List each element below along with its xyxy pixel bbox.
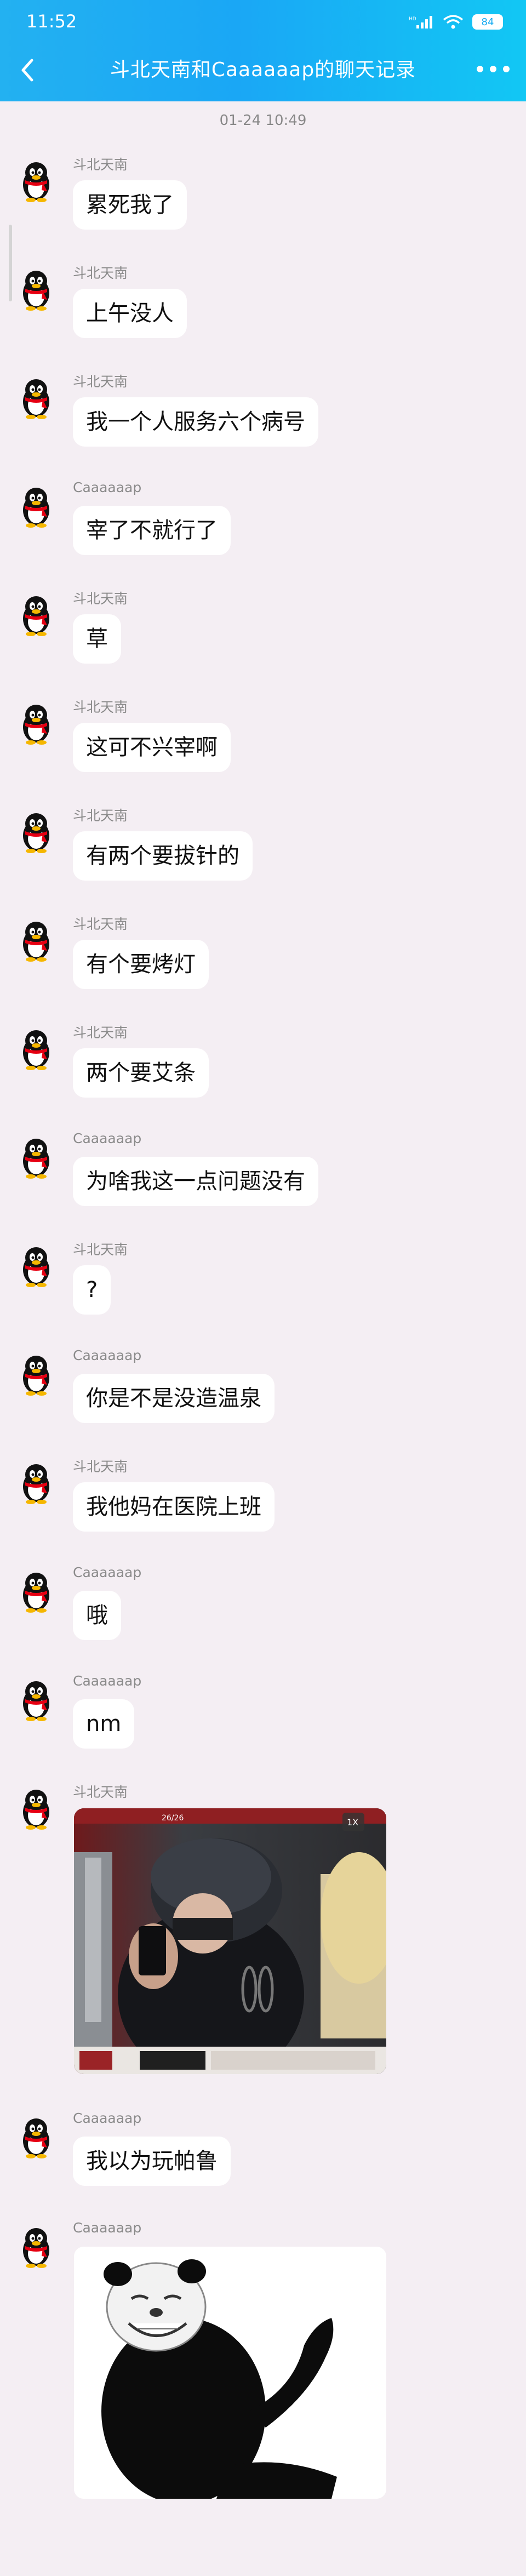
penguin-avatar-icon[interactable]	[12, 2112, 60, 2161]
message-bubble[interactable]: 有两个要拔针的	[73, 831, 253, 881]
message-bubble[interactable]: 有个要烤灯	[73, 940, 209, 989]
battery-indicator: 84	[472, 14, 503, 30]
chat-timestamp: 01-24 10:49	[219, 112, 307, 129]
penguin-avatar-icon[interactable]	[12, 590, 60, 638]
sender-name: 斗北天南	[73, 916, 128, 932]
penguin-avatar-icon[interactable]	[12, 1024, 60, 1072]
penguin-avatar-icon[interactable]	[12, 2222, 60, 2270]
sender-name: 斗北天南	[73, 374, 128, 390]
penguin-avatar-icon[interactable]	[12, 482, 60, 530]
more-dot	[503, 66, 510, 72]
image-message-photo[interactable]: 26/26 1X	[74, 1808, 386, 2074]
top-bar: 11:52 HD 84 斗北天南和Caaaaaap的聊天记录	[0, 0, 526, 101]
penguin-avatar-icon[interactable]	[12, 1350, 60, 1398]
sender-name: 斗北天南	[73, 265, 128, 281]
more-button[interactable]	[477, 58, 510, 80]
photo-speed-label: 1X	[347, 1817, 358, 1827]
sender-name: Caaaaaap	[73, 1130, 142, 1146]
status-bar: 11:52 HD 84	[0, 0, 526, 44]
message-bubble[interactable]: 我一个人服务六个病号	[73, 397, 318, 447]
nav-bar: 斗北天南和Caaaaaap的聊天记录	[0, 44, 526, 101]
message-bubble[interactable]: 这可不兴宰啊	[73, 723, 231, 772]
back-button[interactable]	[15, 54, 43, 87]
message-bubble[interactable]: 两个要艾条	[73, 1048, 209, 1098]
sender-name: Caaaaaap	[73, 2110, 142, 2126]
status-icons: HD 84	[409, 14, 503, 30]
message-bubble[interactable]: 草	[73, 614, 121, 664]
sender-name: Caaaaaap	[73, 1564, 142, 1580]
penguin-avatar-icon[interactable]	[12, 1784, 60, 1832]
message-bubble[interactable]: 哦	[73, 1591, 121, 1640]
penguin-avatar-icon[interactable]	[12, 1241, 60, 1289]
sender-name: 斗北天南	[73, 1459, 128, 1475]
sender-name: 斗北天南	[73, 1242, 128, 1258]
penguin-avatar-icon[interactable]	[12, 916, 60, 964]
sender-name: 斗北天南	[73, 808, 128, 824]
sender-name: Caaaaaap	[73, 2220, 142, 2236]
chevron-left-icon	[21, 59, 33, 82]
wifi-icon	[443, 15, 464, 29]
message-bubble[interactable]: 宰了不就行了	[73, 506, 231, 555]
photo-page-indicator: 26/26	[162, 1814, 184, 1823]
sender-name: 斗北天南	[73, 1025, 128, 1041]
penguin-avatar-icon[interactable]	[12, 1567, 60, 1615]
message-bubble[interactable]: 上午没人	[73, 289, 187, 338]
penguin-avatar-icon[interactable]	[12, 1458, 60, 1506]
more-dot	[490, 66, 496, 72]
panda-meme-sticker	[74, 2247, 386, 2499]
message-bubble[interactable]: 我他妈在医院上班	[73, 1482, 275, 1532]
image-message-sticker[interactable]	[74, 2247, 386, 2499]
signal-icon: HD	[409, 16, 432, 28]
message-bubble[interactable]: 为啥我这一点问题没有	[73, 1157, 318, 1206]
message-bubble[interactable]: ?	[73, 1265, 111, 1315]
message-bubble[interactable]: 你是不是没造温泉	[73, 1374, 275, 1423]
penguin-avatar-icon[interactable]	[12, 1675, 60, 1723]
sender-name: Caaaaaap	[73, 479, 142, 495]
penguin-avatar-icon[interactable]	[12, 373, 60, 421]
sender-name: 斗北天南	[73, 157, 128, 173]
penguin-avatar-icon[interactable]	[12, 1133, 60, 1181]
sender-name: 斗北天南	[73, 1784, 128, 1800]
message-bubble[interactable]: nm	[73, 1699, 135, 1749]
photo-image: 26/26 1X	[74, 1808, 386, 2074]
svg-text:HD: HD	[409, 16, 416, 22]
penguin-avatar-icon[interactable]	[12, 699, 60, 747]
message-bubble[interactable]: 我以为玩帕鲁	[73, 2137, 231, 2186]
penguin-avatar-icon[interactable]	[12, 265, 60, 313]
page-title: 斗北天南和Caaaaaap的聊天记录	[110, 59, 416, 81]
sender-name: Caaaaaap	[73, 1347, 142, 1363]
penguin-avatar-icon[interactable]	[12, 807, 60, 855]
message-bubble[interactable]: 累死我了	[73, 180, 187, 230]
sender-name: 斗北天南	[73, 591, 128, 607]
more-dots-icon	[477, 66, 483, 72]
penguin-avatar-icon[interactable]	[12, 156, 60, 204]
sender-name: Caaaaaap	[73, 1673, 142, 1689]
sender-name: 斗北天南	[73, 699, 128, 715]
status-time: 11:52	[26, 11, 77, 32]
